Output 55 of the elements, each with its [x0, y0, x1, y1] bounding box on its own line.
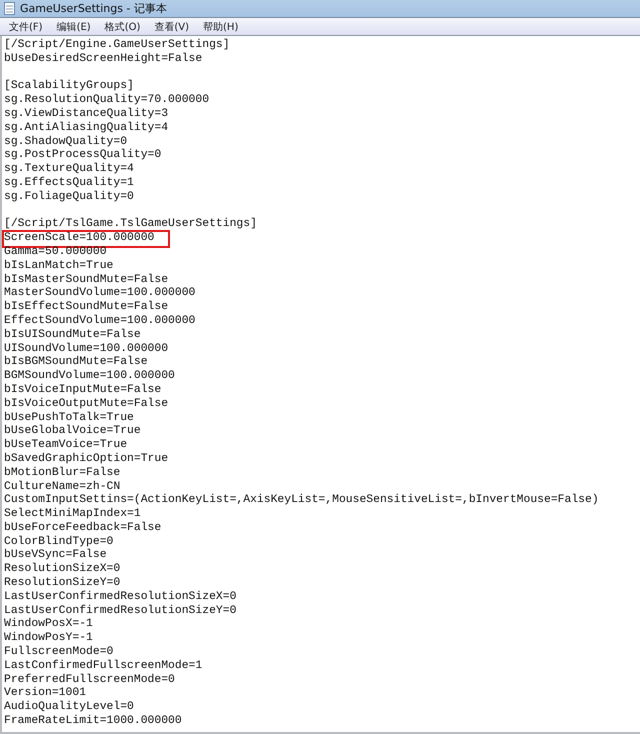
text-line: bIsMasterSoundMute=False — [4, 274, 168, 286]
text-line: bIsLanMatch=True — [4, 260, 114, 274]
text-line: sg.EffectsQuality=1 — [4, 176, 134, 190]
text-line: FullscreenMode=0 — [4, 646, 114, 660]
text-line: Gamma=50.000000 — [4, 246, 107, 260]
text-line: MasterSoundVolume=100.000000 — [4, 287, 196, 300]
text-line: FrameRateLimit=1000.000000 — [4, 715, 182, 729]
text-line: [/Script/TslGame.TslGameUserSettings] — [4, 218, 257, 232]
text-line: LastConfirmedFullscreenMode=1 — [4, 660, 202, 674]
notepad-icon — [4, 2, 15, 15]
text-line: bIsUISoundMute=False — [4, 328, 141, 342]
text-line: bUseTeamVoice=True — [4, 439, 128, 452]
menu-item[interactable]: 格式(O) — [98, 20, 148, 34]
text-line: SelectMiniMapIndex=1 — [4, 508, 141, 522]
text-line: [/Script/Engine.GameUserSettings] — [4, 39, 230, 52]
text-line: sg.ResolutionQuality=70.000000 — [4, 94, 210, 108]
highlighted-line: ScreenScale=100.000000 — [4, 232, 168, 246]
text-line: bIsVoiceInputMute=False — [4, 384, 162, 398]
text-line: bIsBGMSoundMute=False — [4, 356, 148, 370]
menu-item[interactable]: 文件(F) — [2, 20, 50, 34]
window-title: GameUserSettings - 记事本 — [20, 1, 167, 16]
text-line: sg.FoliageQuality=0 — [4, 190, 134, 205]
text-line: bUsePushToTalk=True — [4, 412, 134, 424]
text-line: UISoundVolume=100.000000 — [4, 342, 168, 356]
text-line: BGMSoundVolume=100.000000 — [4, 370, 175, 384]
text-line: bMotionBlur=False — [4, 466, 120, 480]
text-line: sg.TextureQuality=4 — [4, 163, 134, 176]
text-line: Version=1001 — [4, 687, 86, 700]
text-line: CultureName=zh-CN — [4, 480, 120, 494]
text-line: bSavedGraphicOption=True — [4, 452, 168, 466]
text-line: LastUserConfirmedResolutionSizeX=0 — [4, 590, 236, 604]
menu-item[interactable]: 查看(V) — [147, 20, 196, 34]
menu-item[interactable]: 编辑(E) — [50, 20, 98, 34]
text-line: WindowPosY=-1 — [4, 632, 93, 646]
text-line: bIsEffectSoundMute=False — [4, 301, 168, 314]
text-line: sg.ShadowQuality=0 — [4, 136, 128, 148]
text-line: bUseForceFeedback=False — [4, 522, 162, 536]
text-line: sg.ViewDistanceQuality=3 — [4, 108, 168, 122]
text-line: ColorBlindType=0 — [4, 536, 114, 548]
text-line: EffectSoundVolume=100.000000 — [4, 314, 196, 328]
text-line: ResolutionSizeX=0 — [4, 563, 120, 576]
text-line: PreferredFullscreenMode=0 — [4, 674, 175, 686]
text-line: bUseDesiredScreenHeight=False — [4, 52, 202, 67]
text-line: [ScalabilityGroups] — [4, 80, 134, 94]
text-line: bUseGlobalVoice=True — [4, 425, 141, 438]
menu-item[interactable]: 帮助(H) — [196, 20, 246, 34]
text-line: WindowPosX=-1 — [4, 618, 93, 632]
text-line: bIsVoiceOutputMute=False — [4, 398, 168, 412]
text-line: ResolutionSizeY=0 — [4, 577, 120, 590]
text-line: LastUserConfirmedResolutionSizeY=0 — [4, 604, 236, 618]
text-line: bUseVSync=False — [4, 549, 107, 562]
text-line: AudioQualityLevel=0 — [4, 701, 134, 714]
text-line: sg.AntiAliasingQuality=4 — [4, 122, 168, 136]
text-line: sg.PostProcessQuality=0 — [4, 149, 162, 162]
text-line: CustomInputSettins=(ActionKeyList=,AxisKeyList=,MouseSensitiveList=,bInvertMouse=False) — [4, 494, 599, 508]
